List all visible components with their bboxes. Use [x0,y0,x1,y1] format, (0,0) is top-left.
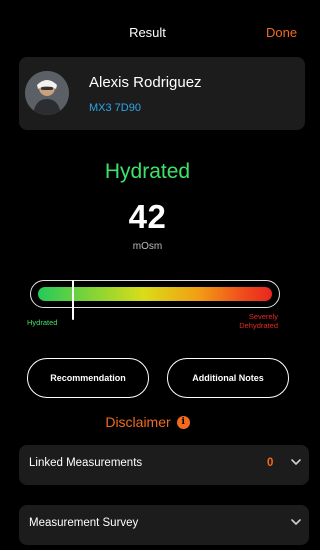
gauge-label-dehydrated-line1: Severely [248,312,278,321]
info-icon[interactable]: i [176,415,190,429]
measurement-unit: mOsm [132,241,163,252]
gauge-label-hydrated: Hydrated [27,318,58,327]
linked-measurements-label: Linked Measurements [29,457,143,469]
disclaimer-link[interactable]: Disclaimer i [0,414,295,430]
chevron-down-icon[interactable] [289,515,303,529]
gauge-gradient-bar [38,280,272,320]
device-id[interactable]: MX3 7D90 [89,102,141,114]
linked-measurements-count: 0 [267,457,274,469]
profile-card: Alexis Rodriguez MX3 7D90 [19,57,305,130]
gauge-label-dehydrated: Severely Dehydrated [239,312,278,330]
hydration-gauge [30,280,280,320]
header: Result Done [0,0,297,50]
done-button[interactable]: Done [266,25,297,40]
measurement-value: 42 [128,198,167,235]
measurement-survey-row[interactable]: Measurement Survey [19,505,309,545]
profile-name: Alexis Rodriguez [89,74,202,91]
chevron-down-icon[interactable] [289,455,303,469]
recommendation-button[interactable]: Recommendation [27,358,149,398]
linked-measurements-row[interactable]: Linked Measurements 0 [19,445,309,485]
avatar [25,71,69,115]
hydration-status: Hydrated [104,160,191,183]
avatar-image [25,71,69,115]
page-title: Result [129,25,166,40]
additional-notes-button[interactable]: Additional Notes [167,358,289,398]
measurement-survey-label: Measurement Survey [29,517,139,529]
gauge-label-dehydrated-line2: Dehydrated [239,321,278,330]
gauge-marker [72,280,75,320]
disclaimer-label: Disclaimer [105,414,171,430]
